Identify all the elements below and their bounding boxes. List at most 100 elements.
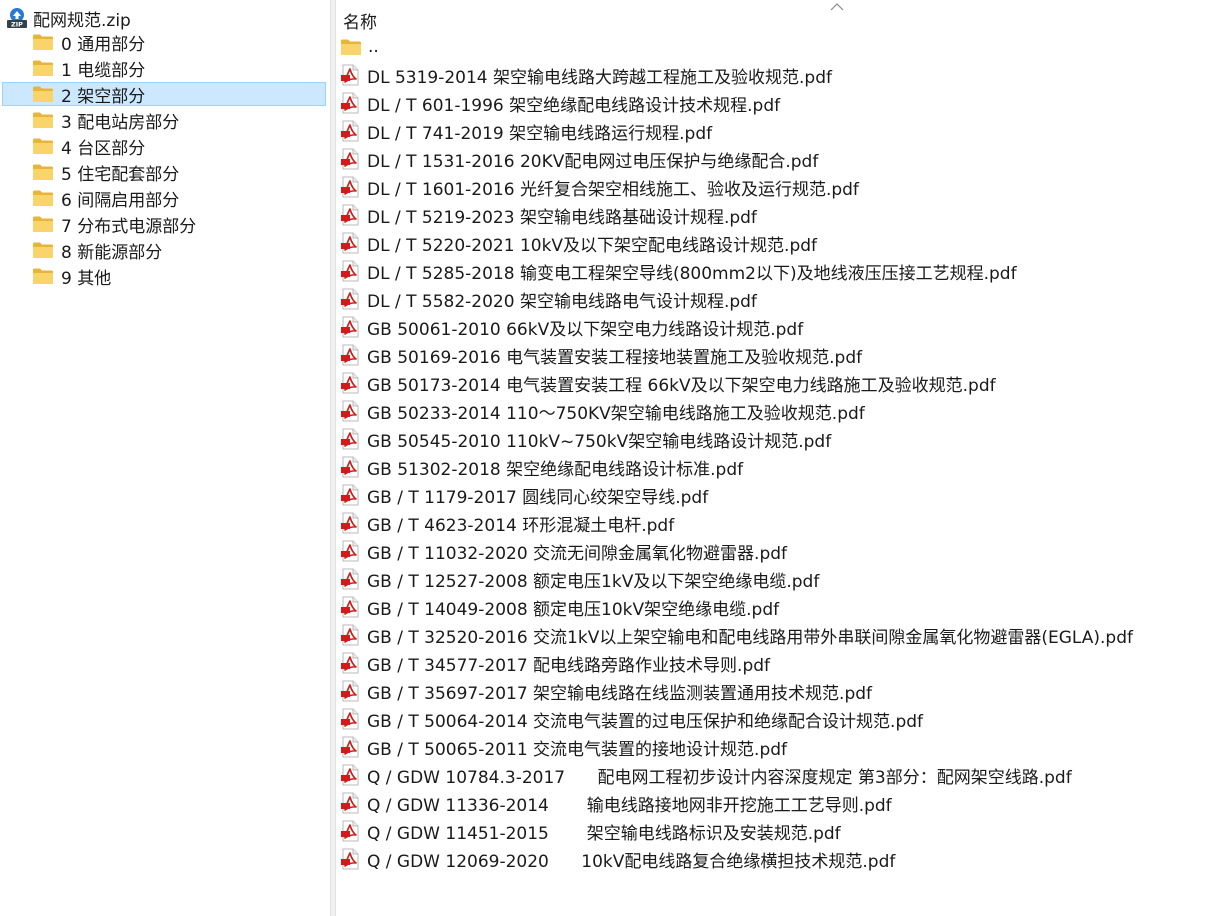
file-name: GB 50545-2010 110kV~750kV架空输电线路设计规范.pdf (367, 431, 832, 452)
file-row[interactable]: GB 50061-2010 66kV及以下架空电力线路设计规范.pdf (340, 314, 803, 340)
file-row[interactable]: DL / T 5285-2018 输变电工程架空导线(800mm2以下)及地线液… (340, 258, 1017, 284)
file-name: GB / T 4623-2014 环形混凝土电杆.pdf (367, 515, 675, 536)
pdf-file-icon (341, 372, 359, 394)
folder-icon (33, 268, 53, 284)
file-row[interactable]: Q / GDW 11336-2014 输电线路接地网非开挖施工工艺导则.pdf (340, 790, 892, 816)
file-row[interactable]: GB 51302-2018 架空绝缘配电线路设计标准.pdf (340, 454, 743, 480)
file-row[interactable]: GB 50233-2014 110～750KV架空输电线路施工及验收规范.pdf (340, 398, 865, 424)
file-row[interactable]: GB / T 34577-2017 配电线路旁路作业技术导则.pdf (340, 650, 770, 676)
file-name: GB 50173-2014 电气装置安装工程 66kV及以下架空电力线路施工及验… (367, 375, 996, 396)
file-row[interactable]: GB 50169-2016 电气装置安装工程接地装置施工及验收规范.pdf (340, 342, 862, 368)
file-row[interactable]: DL / T 741-2019 架空输电线路运行规程.pdf (340, 118, 712, 144)
pdf-file-icon (341, 120, 359, 142)
tree-item-label: 4 台区部分 (61, 138, 146, 159)
file-row[interactable]: GB 50173-2014 电气装置安装工程 66kV及以下架空电力线路施工及验… (340, 370, 996, 396)
file-row[interactable]: GB / T 35697-2017 架空输电线路在线监测装置通用技术规范.pdf (340, 678, 872, 704)
folder-icon (33, 190, 53, 206)
file-name: DL / T 1531-2016 20KV配电网过电压保护与绝缘配合.pdf (367, 151, 819, 172)
pdf-file-icon (341, 512, 359, 534)
pdf-file-icon (341, 428, 359, 450)
tree-item-folder[interactable]: 8 新能源部分 (2, 238, 326, 263)
parent-folder-row[interactable]: .. (340, 34, 379, 60)
column-header-name[interactable]: 名称 (336, 0, 1219, 34)
pdf-file-icon (341, 456, 359, 478)
file-name: GB / T 11032-2020 交流无间隙金属氧化物避雷器.pdf (367, 543, 788, 564)
file-name: GB 50233-2014 110～750KV架空输电线路施工及验收规范.pdf (367, 403, 865, 424)
file-name: Q / GDW 10784.3-2017 配电网工程初步设计内容深度规定 第3部… (367, 767, 1072, 788)
file-row[interactable]: DL / T 5220-2021 10kV及以下架空配电线路设计规范.pdf (340, 230, 817, 256)
pdf-file-icon (341, 764, 359, 786)
tree-item-label: 5 住宅配套部分 (61, 164, 180, 185)
tree-item-folder[interactable]: 6 间隔启用部分 (2, 186, 326, 211)
folder-tree-pane: ZIP 配网规范.zip 0 通用部分 1 电缆部分 2 架空部分 3 配电站房部分 4… (0, 0, 330, 916)
pdf-file-icon (341, 344, 359, 366)
pdf-file-icon (341, 848, 359, 870)
file-row[interactable]: Q / GDW 11451-2015 架空输电线路标识及安装规范.pdf (340, 818, 841, 844)
file-name: GB / T 14049-2008 额定电压10kV架空绝缘电缆.pdf (367, 599, 780, 620)
file-name: GB 50061-2010 66kV及以下架空电力线路设计规范.pdf (367, 319, 804, 340)
tree-item-folder[interactable]: 0 通用部分 (2, 30, 326, 55)
pdf-file-icon (341, 148, 359, 170)
tree-item-label: 1 电缆部分 (61, 60, 146, 81)
pdf-file-icon (341, 232, 359, 254)
folder-icon (33, 34, 53, 50)
file-name: DL / T 5220-2021 10kV及以下架空配电线路设计规范.pdf (367, 235, 818, 256)
file-name: DL 5319-2014 架空输电线路大跨越工程施工及验收规范.pdf (367, 67, 833, 88)
file-name: GB / T 34577-2017 配电线路旁路作业技术导则.pdf (367, 655, 771, 676)
tree-root-archive[interactable]: ZIP 配网规范.zip (6, 6, 131, 31)
pdf-file-icon (341, 92, 359, 114)
file-list-pane: 名称 .. DL 5319-2014 架空输电线路大跨越工程施工及验收规范.pd… (336, 0, 1219, 916)
folder-icon (33, 216, 53, 232)
tree-item-folder[interactable]: 7 分布式电源部分 (2, 212, 326, 237)
file-row[interactable]: GB / T 14049-2008 额定电压10kV架空绝缘电缆.pdf (340, 594, 779, 620)
folder-icon (341, 39, 361, 55)
tree-item-folder[interactable]: 3 配电站房部分 (2, 108, 326, 133)
tree-item-label: 3 配电站房部分 (61, 112, 180, 133)
file-row[interactable]: DL / T 1601-2016 光纤复合架空相线施工、验收及运行规范.pdf (340, 174, 859, 200)
file-row[interactable]: GB / T 11032-2020 交流无间隙金属氧化物避雷器.pdf (340, 538, 787, 564)
file-name: GB / T 12527-2008 额定电压1kV及以下架空绝缘电缆.pdf (367, 571, 820, 592)
file-row[interactable]: GB 50545-2010 110kV~750kV架空输电线路设计规范.pdf (340, 426, 831, 452)
file-name: DL / T 5219-2023 架空输电线路基础设计规程.pdf (367, 207, 757, 228)
file-name: Q / GDW 11336-2014 输电线路接地网非开挖施工工艺导则.pdf (367, 795, 892, 816)
pdf-file-icon (341, 652, 359, 674)
file-row[interactable]: DL / T 5219-2023 架空输电线路基础设计规程.pdf (340, 202, 757, 228)
file-name: DL / T 601-1996 架空绝缘配电线路设计技术规程.pdf (367, 95, 781, 116)
file-row[interactable]: DL / T 601-1996 架空绝缘配电线路设计技术规程.pdf (340, 90, 780, 116)
sort-ascending-icon (830, 3, 844, 11)
tree-item-label: 6 间隔启用部分 (61, 190, 180, 211)
file-name: DL / T 1601-2016 光纤复合架空相线施工、验收及运行规范.pdf (367, 179, 859, 200)
file-row[interactable]: GB / T 50064-2014 交流电气装置的过电压保护和绝缘配合设计规范.… (340, 706, 923, 732)
file-name: GB / T 1179-2017 圆线同心绞架空导线.pdf (367, 487, 709, 508)
file-row[interactable]: GB / T 50065-2011 交流电气装置的接地设计规范.pdf (340, 734, 787, 760)
file-name: Q / GDW 12069-2020 10kV配电线路复合绝缘横担技术规范.pd… (367, 851, 896, 872)
tree-item-folder[interactable]: 2 架空部分 (2, 82, 326, 107)
file-row[interactable]: DL / T 5582-2020 架空输电线路电气设计规程.pdf (340, 286, 757, 312)
pdf-file-icon (341, 64, 359, 86)
pdf-file-icon (341, 400, 359, 422)
pdf-file-icon (341, 820, 359, 842)
file-row[interactable]: GB / T 1179-2017 圆线同心绞架空导线.pdf (340, 482, 708, 508)
tree-item-folder[interactable]: 1 电缆部分 (2, 56, 326, 81)
tree-item-folder[interactable]: 5 住宅配套部分 (2, 160, 326, 185)
file-row[interactable]: GB / T 4623-2014 环形混凝土电杆.pdf (340, 510, 674, 536)
pdf-file-icon (341, 540, 359, 562)
folder-icon (33, 242, 53, 258)
tree-item-folder[interactable]: 9 其他 (2, 264, 326, 289)
pdf-file-icon (341, 316, 359, 338)
file-row[interactable]: GB / T 12527-2008 额定电压1kV及以下架空绝缘电缆.pdf (340, 566, 819, 592)
svg-text:ZIP: ZIP (11, 21, 23, 29)
file-name: DL / T 5582-2020 架空输电线路电气设计规程.pdf (367, 291, 757, 312)
tree-item-label: 2 架空部分 (61, 86, 146, 107)
file-row[interactable]: GB / T 32520-2016 交流1kV以上架空输电和配电线路用带外串联间… (340, 622, 1133, 648)
file-name: DL / T 5285-2018 输变电工程架空导线(800mm2以下)及地线液… (367, 263, 1017, 284)
file-row[interactable]: DL / T 1531-2016 20KV配电网过电压保护与绝缘配合.pdf (340, 146, 818, 172)
file-name: GB 51302-2018 架空绝缘配电线路设计标准.pdf (367, 459, 744, 480)
tree-item-folder[interactable]: 4 台区部分 (2, 134, 326, 159)
file-row[interactable]: DL 5319-2014 架空输电线路大跨越工程施工及验收规范.pdf (340, 62, 832, 88)
file-row[interactable]: Q / GDW 12069-2020 10kV配电线路复合绝缘横担技术规范.pd… (340, 846, 895, 872)
parent-folder-label: .. (368, 37, 379, 57)
pdf-file-icon (341, 624, 359, 646)
file-row[interactable]: Q / GDW 10784.3-2017 配电网工程初步设计内容深度规定 第3部… (340, 762, 1072, 788)
pdf-file-icon (341, 260, 359, 282)
